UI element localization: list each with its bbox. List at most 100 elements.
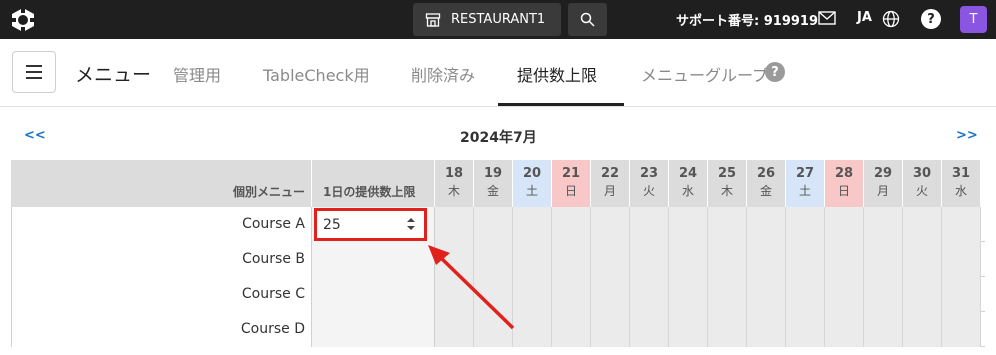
day-cell[interactable] <box>747 242 786 277</box>
day-cell[interactable] <box>669 242 708 277</box>
day-header: 19 金 <box>474 160 513 207</box>
help-icon[interactable]: ? <box>921 9 941 29</box>
day-weekday: 火 <box>915 184 928 198</box>
day-cell[interactable] <box>630 277 669 312</box>
column-header-daily-limit: 1日の提供数上限 <box>323 185 416 199</box>
day-cell[interactable] <box>630 242 669 277</box>
day-header: 25 木 <box>708 160 747 207</box>
day-cell[interactable] <box>942 277 981 312</box>
stepper-icon[interactable] <box>406 216 416 232</box>
top-bar: RESTAURANT1 サポート番号: 919919 JA ? T <box>0 0 996 39</box>
tab-deleted[interactable]: 削除済み <box>411 62 475 86</box>
day-cell[interactable] <box>942 207 981 242</box>
day-cell[interactable] <box>825 207 864 242</box>
day-cell[interactable] <box>825 312 864 347</box>
globe-icon[interactable] <box>882 10 900 28</box>
day-cell[interactable] <box>747 207 786 242</box>
day-cell[interactable] <box>864 312 903 347</box>
day-header: 29 月 <box>864 160 903 207</box>
prev-month-link[interactable]: << <box>24 128 46 143</box>
row-menu-name: Course A <box>11 207 312 242</box>
page-title: メニュー <box>75 64 152 86</box>
day-cell[interactable] <box>864 207 903 242</box>
day-cell[interactable] <box>669 207 708 242</box>
daily-limit-value: 25 <box>323 217 341 233</box>
daily-limit-cell[interactable] <box>312 242 435 277</box>
tab-serving-limit[interactable]: 提供数上限 <box>517 62 597 86</box>
day-cell[interactable] <box>591 242 630 277</box>
day-cell[interactable] <box>708 242 747 277</box>
day-cell[interactable] <box>591 207 630 242</box>
daily-limit-cell[interactable] <box>312 277 435 312</box>
day-number: 22 <box>600 166 620 181</box>
help-icon[interactable]: ? <box>765 62 785 82</box>
day-header: 22 月 <box>591 160 630 207</box>
hamburger-menu-button[interactable] <box>12 51 56 93</box>
row-menu-name: Course D <box>11 312 312 347</box>
next-month-link[interactable]: >> <box>956 128 978 143</box>
day-cell[interactable] <box>786 242 825 277</box>
day-weekday: 木 <box>720 184 733 198</box>
mail-icon[interactable] <box>818 11 836 25</box>
day-cell[interactable] <box>903 207 942 242</box>
day-cell[interactable] <box>708 207 747 242</box>
day-cell[interactable] <box>942 312 981 347</box>
day-cell[interactable] <box>903 242 942 277</box>
day-cell[interactable] <box>552 207 591 242</box>
day-weekday: 日 <box>837 184 850 198</box>
day-cell[interactable] <box>903 312 942 347</box>
day-weekday: 月 <box>603 184 616 198</box>
day-cell[interactable] <box>552 242 591 277</box>
month-label: 2024年7月 <box>460 130 537 146</box>
row-menu-name: Course B <box>11 242 312 277</box>
day-cell[interactable] <box>903 277 942 312</box>
day-cell[interactable] <box>708 312 747 347</box>
day-cell[interactable] <box>825 242 864 277</box>
day-cell[interactable] <box>591 277 630 312</box>
day-cell[interactable] <box>825 277 864 312</box>
restaurant-selector-button[interactable]: RESTAURANT1 <box>413 3 561 36</box>
day-cell[interactable] <box>669 277 708 312</box>
day-cell[interactable] <box>786 312 825 347</box>
day-number: 19 <box>483 166 503 181</box>
day-cell[interactable] <box>864 277 903 312</box>
restaurant-label: RESTAURANT1 <box>451 12 546 27</box>
day-cell[interactable] <box>747 277 786 312</box>
user-avatar[interactable]: T <box>960 6 987 33</box>
day-weekday: 木 <box>447 184 460 198</box>
day-weekday: 金 <box>486 184 499 198</box>
day-cell[interactable] <box>864 242 903 277</box>
day-cell[interactable] <box>942 242 981 277</box>
tab-menu-group[interactable]: メニューグループ <box>641 62 768 86</box>
day-cell[interactable] <box>552 277 591 312</box>
search-button[interactable] <box>568 3 607 36</box>
day-cell[interactable] <box>630 312 669 347</box>
active-tab-indicator <box>498 103 624 106</box>
day-header: 18 木 <box>435 160 474 207</box>
tab-management[interactable]: 管理用 <box>173 62 221 86</box>
day-cell[interactable] <box>591 312 630 347</box>
day-number: 23 <box>639 166 659 181</box>
day-cell[interactable] <box>552 312 591 347</box>
header-limit-cell: 1日の提供数上限 <box>312 160 435 207</box>
header-menu-cell: 個別メニュー <box>11 160 312 207</box>
day-cell[interactable] <box>630 207 669 242</box>
row-menu-name: Course C <box>11 277 312 312</box>
day-header: 31 水 <box>942 160 981 207</box>
day-header: 30 火 <box>903 160 942 207</box>
day-cell[interactable] <box>669 312 708 347</box>
daily-limit-input[interactable]: 25 <box>314 208 427 241</box>
day-number: 29 <box>873 166 893 181</box>
day-cell[interactable] <box>786 207 825 242</box>
day-cell[interactable] <box>786 277 825 312</box>
tab-tablecheck[interactable]: TableCheck用 <box>263 62 370 86</box>
day-header: 27 土 <box>786 160 825 207</box>
day-header: 23 火 <box>630 160 669 207</box>
day-cell[interactable] <box>708 277 747 312</box>
logo-icon[interactable] <box>10 7 36 33</box>
daily-limit-cell[interactable] <box>312 312 435 347</box>
day-cell[interactable] <box>747 312 786 347</box>
language-switcher[interactable]: JA <box>857 10 872 25</box>
day-weekday: 土 <box>525 184 538 198</box>
day-header: 24 水 <box>669 160 708 207</box>
